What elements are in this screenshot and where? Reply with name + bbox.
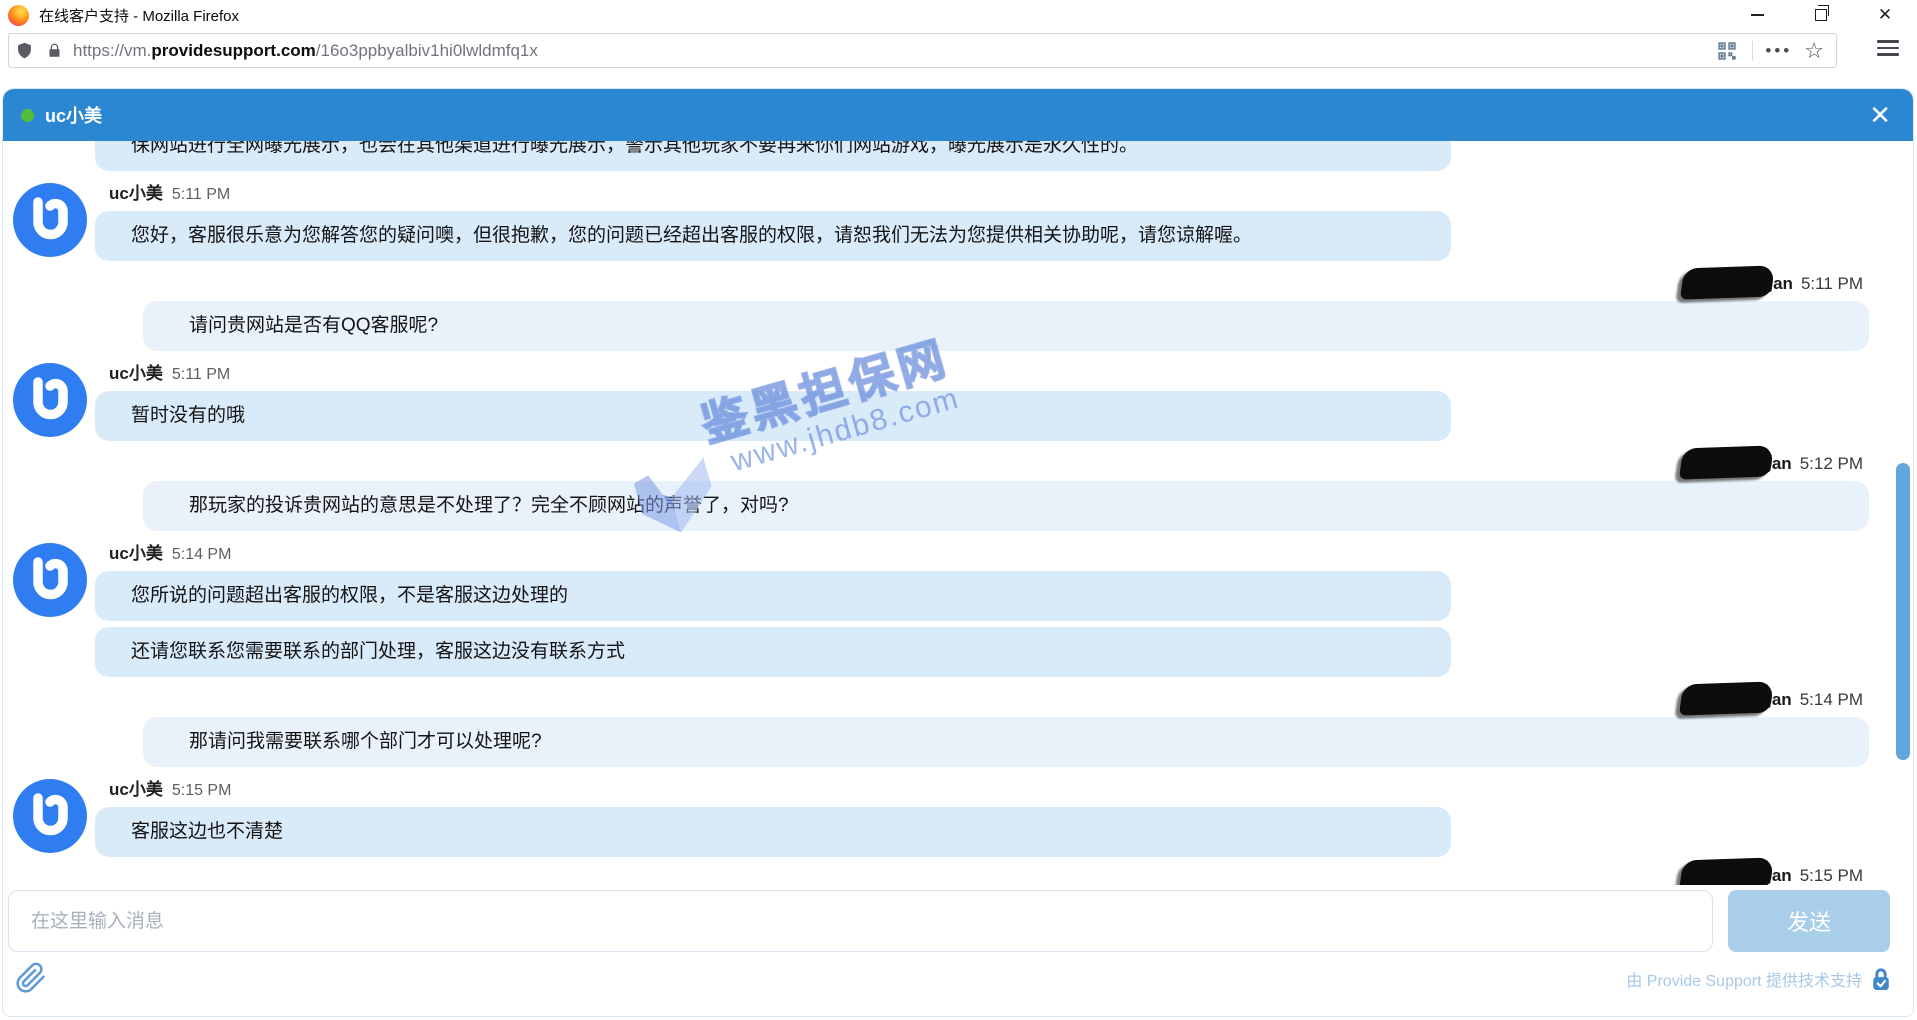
redaction-scribble: [1679, 445, 1774, 479]
minimize-button[interactable]: [1725, 0, 1789, 30]
visitor-message-bubble: 那请问我需要联系哪个部门才可以处理呢?: [143, 717, 1869, 767]
agent-avatar-uc-icon: [13, 183, 87, 257]
message-timestamp: 5:15 PM: [172, 782, 232, 799]
secure-lock-icon: [1870, 966, 1892, 992]
agent-name: uc小美: [109, 364, 163, 383]
chat-widget: uc小美 ✕ 保网站进行全网曝光展示，也会在其他渠道进行曝光展示，警示其他玩家不…: [2, 88, 1914, 1017]
agent-message-group: uc小美 5:14 PM 您所说的问题超出客服的权限，不是客服这边处理的还请您联系您…: [3, 543, 1913, 677]
agent-message-meta: uc小美 5:14 PM: [95, 543, 1913, 565]
restore-button[interactable]: [1789, 0, 1853, 30]
padlock-icon[interactable]: [39, 42, 69, 59]
visitor-message-bubble: 请问贵网站是否有QQ客服呢?: [143, 301, 1869, 351]
window-titlebar: 在线客户支持 - Mozilla Firefox ✕: [0, 0, 1917, 30]
visitor-message-meta: dinghaigan 5:15 PM: [3, 865, 1913, 885]
chat-close-button[interactable]: ✕: [1869, 102, 1891, 128]
agent-message-bubble: 您好，客服很乐意为您解答您的疑问噢，但很抱歉，您的问题已经超出客服的权限，请恕我…: [95, 211, 1451, 261]
agent-message-bubble: 还请您联系您需要联系的部门处理，客服这边没有联系方式: [95, 627, 1451, 677]
visitor-message-group: dinghaigan 5:15 PM: [3, 865, 1913, 885]
message-timestamp: 5:14 PM: [1800, 690, 1863, 709]
redaction-scribble: [1679, 681, 1774, 715]
agent-message-group: uc小美 5:11 PM 暂时没有的哦: [3, 363, 1913, 441]
redaction-scribble: [1679, 857, 1774, 885]
visitor-message-meta: dinghaigan 5:14 PM: [3, 689, 1913, 711]
visitor-message-group: dinghaigan 5:14 PM 那请问我需要联系哪个部门才可以处理呢?: [3, 689, 1913, 767]
firefox-window: 在线客户支持 - Mozilla Firefox ✕ https://vm.pr…: [0, 0, 1917, 1020]
url-text: https://vm.providesupport.com/16o3ppbyal…: [73, 41, 538, 61]
agent-message-group: 保网站进行全网曝光展示，也会在其他渠道进行曝光展示，警示其他玩家不要再来你们网站…: [3, 141, 1913, 171]
tracking-shield-icon[interactable]: [9, 41, 39, 60]
message-timestamp: 5:11 PM: [172, 366, 230, 383]
window-controls: ✕: [1725, 0, 1917, 30]
redaction-scribble: [1680, 265, 1775, 299]
window-title: 在线客户支持 - Mozilla Firefox: [39, 5, 239, 26]
agent-name: uc小美: [109, 544, 163, 563]
message-timestamp: 5:14 PM: [172, 546, 232, 563]
agent-avatar-uc-icon: [13, 779, 87, 853]
agent-message-group: uc小美 5:15 PM 客服这边也不清楚: [3, 779, 1913, 857]
redacted-visitor-name: dinghaigan: [1702, 273, 1793, 296]
message-timestamp: 5:15 PM: [1800, 866, 1863, 885]
visitor-message-group: dinghaigan 5:12 PM 那玩家的投诉贵网站的意思是不处理了？完全不顾网…: [3, 453, 1913, 531]
agent-message-bubble: 保网站进行全网曝光展示，也会在其他渠道进行曝光展示，警示其他玩家不要再来你们网站…: [95, 141, 1451, 171]
powered-by-label: 由 Provide Support 提供技术支持: [1626, 967, 1862, 991]
chat-agent-name: uc小美: [45, 102, 102, 128]
toolbar-separator: [1752, 41, 1753, 61]
chat-header: uc小美 ✕: [3, 89, 1913, 141]
url-domain: providesupport.com: [151, 41, 315, 60]
agent-message-meta: uc小美 5:11 PM: [95, 363, 1913, 385]
window-close-button[interactable]: ✕: [1853, 0, 1917, 30]
firefox-icon: [8, 5, 29, 26]
message-timestamp: 5:11 PM: [172, 186, 230, 203]
agent-name: uc小美: [109, 184, 163, 203]
visitor-message-meta: dinghaigan 5:12 PM: [3, 453, 1913, 475]
attach-file-button[interactable]: [14, 960, 48, 998]
page-actions-icon[interactable]: •••: [1763, 41, 1794, 61]
redacted-visitor-name: dinghaigan: [1701, 689, 1792, 712]
send-button[interactable]: 发送: [1728, 890, 1890, 952]
agent-avatar-uc-icon: [13, 543, 87, 617]
browser-toolbar: https://vm.providesupport.com/16o3ppbyal…: [0, 30, 1917, 72]
agent-message-bubble: 暂时没有的哦: [95, 391, 1451, 441]
menu-hamburger-icon[interactable]: [1877, 40, 1899, 56]
redacted-visitor-name: dinghaigan: [1701, 865, 1792, 885]
message-timestamp: 5:11 PM: [1801, 274, 1863, 293]
qr-code-icon[interactable]: [1712, 41, 1742, 61]
agent-message-bubble: 您所说的问题超出客服的权限，不是客服这边处理的: [95, 571, 1451, 621]
message-list: 保网站进行全网曝光展示，也会在其他渠道进行曝光展示，警示其他玩家不要再来你们网站…: [3, 141, 1913, 885]
agent-message-meta: uc小美 5:11 PM: [95, 183, 1913, 205]
bookmark-star-icon[interactable]: ☆: [1804, 38, 1824, 64]
message-input[interactable]: [8, 890, 1713, 952]
visitor-message-bubble: 那玩家的投诉贵网站的意思是不处理了？完全不顾网站的声誉了，对吗?: [143, 481, 1869, 531]
agent-message-meta: uc小美 5:15 PM: [95, 779, 1913, 801]
agent-message-bubble: 客服这边也不清楚: [95, 807, 1451, 857]
powered-by-link[interactable]: 由 Provide Support 提供技术支持: [1626, 966, 1892, 992]
message-timestamp: 5:12 PM: [1800, 454, 1863, 473]
redacted-visitor-name: dinghaigan: [1701, 453, 1792, 476]
agent-message-group: uc小美 5:11 PM 您好，客服很乐意为您解答您的疑问噢，但很抱歉，您的问题已经…: [3, 183, 1913, 261]
visitor-message-meta: dinghaigan 5:11 PM: [3, 273, 1913, 295]
agent-avatar-uc-icon: [13, 363, 87, 437]
chat-scrollbar-thumb[interactable]: [1896, 463, 1910, 760]
online-status-dot: [21, 109, 34, 122]
visitor-message-group: dinghaigan 5:11 PM 请问贵网站是否有QQ客服呢?: [3, 273, 1913, 351]
agent-name: uc小美: [109, 780, 163, 799]
url-bar[interactable]: https://vm.providesupport.com/16o3ppbyal…: [8, 33, 1837, 68]
